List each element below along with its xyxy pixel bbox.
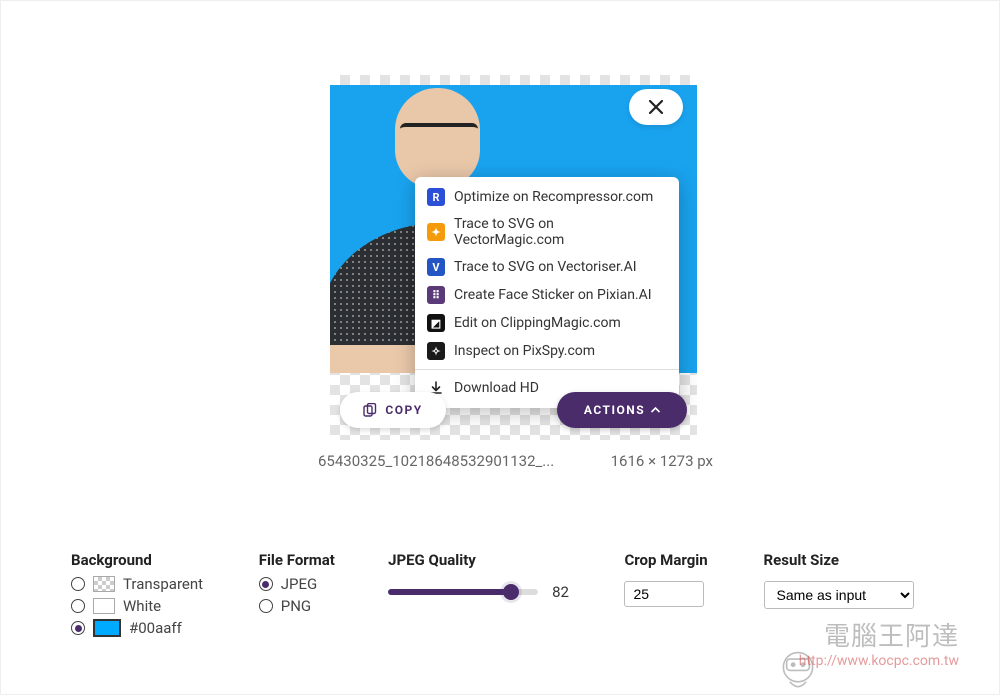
- color-swatch[interactable]: [93, 619, 121, 637]
- jpeg-quality-slider[interactable]: [388, 589, 538, 595]
- menu-item-label: Trace to SVG on VectorMagic.com: [454, 216, 667, 248]
- image-card: R Optimize on Recompressor.com ✦ Trace to S…: [330, 75, 697, 470]
- image-preview: R Optimize on Recompressor.com ✦ Trace to S…: [330, 75, 697, 440]
- crop-margin-heading: Crop Margin: [624, 551, 731, 569]
- vectormagic-icon: ✦: [427, 223, 445, 241]
- background-group: Background Transparent White #00aaff: [71, 551, 227, 637]
- result-size-select[interactable]: Same as input: [764, 581, 914, 609]
- crop-margin-group: Crop Margin: [624, 551, 731, 607]
- radio-white[interactable]: [71, 599, 85, 613]
- image-caption: 65430325_10218648532901132_... 1616 × 12…: [318, 452, 713, 470]
- swatch-transparent-icon: [93, 576, 115, 592]
- menu-item-label: Create Face Sticker on Pixian.AI: [454, 287, 652, 303]
- format-opt-png[interactable]: PNG: [259, 597, 356, 615]
- actions-menu-item[interactable]: R Optimize on Recompressor.com: [415, 183, 679, 211]
- copy-label: COPY: [385, 403, 422, 417]
- menu-item-label: Edit on ClippingMagic.com: [454, 315, 621, 331]
- menu-item-label: Optimize on Recompressor.com: [454, 189, 653, 205]
- image-filename: 65430325_10218648532901132_...: [318, 452, 554, 470]
- file-format-heading: File Format: [259, 551, 356, 569]
- format-opt-jpeg[interactable]: JPEG: [259, 575, 356, 593]
- actions-menu-item[interactable]: ◩ Edit on ClippingMagic.com: [415, 309, 679, 337]
- swatch-white-icon: [93, 598, 115, 614]
- jpeg-quality-heading: JPEG Quality: [388, 551, 592, 569]
- image-dimensions: 1616 × 1273 px: [611, 452, 713, 470]
- radio-transparent[interactable]: [71, 577, 85, 591]
- radio-png[interactable]: [259, 599, 273, 613]
- recompressor-icon: R: [427, 188, 445, 206]
- background-opt-color[interactable]: #00aaff: [71, 619, 227, 637]
- background-opt-white[interactable]: White: [71, 597, 227, 615]
- background-opt-transparent[interactable]: Transparent: [71, 575, 227, 593]
- pixian-icon: ⠿: [427, 286, 445, 304]
- slider-thumb[interactable]: [503, 584, 519, 600]
- actions-menu-item[interactable]: ✧ Inspect on PixSpy.com: [415, 337, 679, 365]
- chevron-up-icon: [651, 407, 660, 413]
- background-heading: Background: [71, 551, 227, 569]
- actions-menu-item[interactable]: ⠿ Create Face Sticker on Pixian.AI: [415, 281, 679, 309]
- menu-item-label: Inspect on PixSpy.com: [454, 343, 595, 359]
- result-size-group: Result Size Same as input: [764, 551, 929, 609]
- menu-item-label: Trace to SVG on Vectoriser.AI: [454, 259, 637, 275]
- jpeg-quality-value: 82: [552, 583, 569, 601]
- close-button[interactable]: [629, 89, 683, 125]
- actions-menu: R Optimize on Recompressor.com ✦ Trace to S…: [415, 177, 679, 408]
- menu-separator: [415, 369, 679, 370]
- settings-panel: Background Transparent White #00aaff Fil…: [71, 551, 929, 637]
- copy-button[interactable]: COPY: [340, 392, 446, 428]
- result-size-heading: Result Size: [764, 551, 929, 569]
- copy-icon: [363, 403, 377, 417]
- clippingmagic-icon: ◩: [427, 314, 445, 332]
- actions-menu-item[interactable]: ✦ Trace to SVG on VectorMagic.com: [415, 211, 679, 253]
- radio-color[interactable]: [71, 621, 85, 635]
- file-format-group: File Format JPEG PNG: [259, 551, 356, 615]
- color-hex-label: #00aaff: [129, 619, 182, 637]
- jpeg-quality-group: JPEG Quality 82: [388, 551, 592, 601]
- pixspy-icon: ✧: [427, 342, 445, 360]
- actions-label: ACTIONS: [584, 403, 645, 417]
- actions-menu-item[interactable]: V Trace to SVG on Vectoriser.AI: [415, 253, 679, 281]
- radio-jpeg[interactable]: [259, 577, 273, 591]
- mascot-icon: [772, 646, 824, 698]
- actions-button[interactable]: ACTIONS: [557, 392, 687, 428]
- download-hd-label: Download HD: [454, 380, 539, 396]
- crop-margin-input[interactable]: [624, 581, 704, 607]
- vectoriser-icon: V: [427, 258, 445, 276]
- close-icon: [648, 99, 664, 115]
